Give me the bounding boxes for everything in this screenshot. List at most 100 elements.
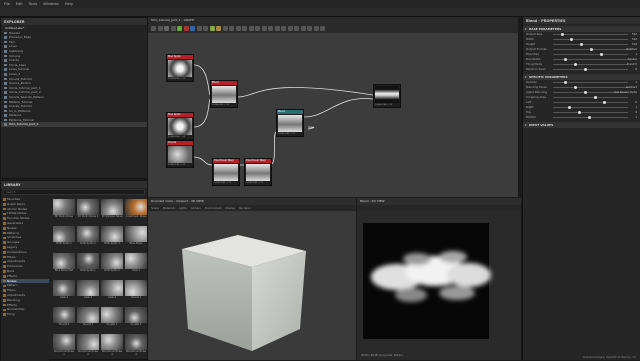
library-thumbnail[interactable]: Crystal 1	[101, 307, 123, 329]
library-thumbnail[interactable]: 3D Simplex Noise	[101, 199, 123, 221]
graph-node[interactable]: Bnw Spots 2048x2048 - L16	[166, 54, 194, 82]
library-thumbnail[interactable]: BnW Spots 2	[101, 253, 123, 275]
library-thumbnail[interactable]: Directional Noise 1	[53, 334, 75, 356]
folder-icon	[3, 222, 6, 225]
menu-item-tools[interactable]: Tools	[29, 2, 38, 6]
slider-handle[interactable]	[577, 111, 581, 114]
slider-handle[interactable]	[564, 58, 568, 61]
property-slider[interactable]	[553, 63, 628, 66]
graph-view[interactable]: Tuto_tutorial_part_1 - GRAPH Bnw Spots 20…	[148, 17, 518, 197]
property-slider[interactable]	[553, 43, 628, 46]
slider-handle[interactable]	[564, 81, 568, 84]
graph-node[interactable]: Bnw Spots 2048x2048 - L16	[166, 112, 194, 140]
slider-handle[interactable]	[589, 48, 593, 51]
property-row[interactable]: Bottom 1	[523, 115, 640, 120]
3d-menu-lights[interactable]: Lights	[179, 207, 187, 210]
slider-handle[interactable]	[574, 86, 577, 89]
3d-menu-renderer[interactable]: Renderer	[239, 207, 251, 210]
slider-handle[interactable]	[593, 96, 597, 99]
library-thumbnail-label: Cells 3	[84, 296, 92, 299]
library-thumbnail[interactable]: Cells 4	[101, 280, 123, 302]
property-slider[interactable]	[553, 106, 628, 109]
library-thumbnail[interactable]: Anisotropic Noise	[125, 199, 147, 221]
noise-preview	[77, 280, 99, 296]
library-thumbnail[interactable]: Directional Noise 3	[101, 334, 123, 356]
library-category-label: Compositions	[7, 249, 27, 254]
property-slider[interactable]	[553, 111, 628, 114]
library-thumbnail-label: Directional Noise 2	[77, 350, 99, 356]
library-thumbnail[interactable]: Blue Noise	[125, 226, 147, 248]
library-thumbnail[interactable]: Cells 1	[125, 253, 147, 275]
slider-handle[interactable]	[568, 106, 571, 109]
library-thumbnail[interactable]: Directional Noise 2	[77, 334, 99, 356]
library-thumbnail[interactable]: Cells 3	[77, 280, 99, 302]
properties-section[interactable]: INPUT VALUES	[523, 122, 640, 128]
property-slider[interactable]	[553, 58, 628, 61]
3d-menu-environment[interactable]: Environment	[205, 207, 222, 210]
2d-view[interactable]: Blend - 2D VIEW 2048 x 2048 (Grayscale, …	[357, 198, 521, 360]
graph-node[interactable]: Directional Warp 2048x2048 - L16	[212, 158, 240, 186]
library-thumbnail[interactable]: Clouds 2	[53, 307, 75, 329]
folder-icon	[3, 255, 6, 259]
folder-icon	[3, 231, 6, 235]
3d-menu-scene[interactable]: Scene	[151, 207, 159, 210]
slider-handle[interactable]	[599, 53, 603, 56]
property-slider[interactable]	[553, 116, 628, 119]
library-thumbnail[interactable]: 3D Perlin Noise 2	[77, 199, 99, 221]
node-resolution: 2048x2048 - L16	[246, 182, 264, 184]
3d-menu-display[interactable]: Display	[225, 207, 235, 210]
noise-preview	[125, 199, 147, 215]
property-slider[interactable]	[553, 96, 628, 99]
3d-view-title: Rounded Cube - Viewer3 - 3D VIEW	[151, 199, 204, 203]
graph-node[interactable]: Directional Warp 2048x2048 - L16	[244, 158, 272, 186]
property-slider[interactable]	[553, 33, 628, 36]
graph-node[interactable]: 2048x2048 - L16	[373, 84, 401, 108]
slider-handle[interactable]	[603, 101, 607, 104]
property-slider[interactable]	[553, 81, 628, 84]
slider-handle[interactable]	[587, 116, 591, 119]
slider-handle[interactable]	[574, 63, 577, 66]
3d-menu-materials[interactable]: Materials	[163, 207, 175, 210]
property-slider[interactable]	[553, 48, 628, 51]
slider-handle[interactable]	[580, 43, 583, 46]
menu-item-help[interactable]: Help	[65, 2, 73, 6]
library-thumbnail[interactable]: BnW Spots 1	[77, 253, 99, 275]
slider-handle[interactable]	[583, 68, 587, 71]
library-thumbnail[interactable]: 3D Perlin Noise	[53, 199, 75, 221]
library-thumbnail[interactable]: BnW Spots 1	[53, 226, 75, 248]
graph-node[interactable]: Clouds 2048x2048 - L16	[166, 140, 194, 168]
property-slider[interactable]	[553, 53, 628, 56]
library-thumbnail[interactable]: BnW Spots 3	[101, 226, 123, 248]
graph-node[interactable]: Blend 2048x2048 - L16	[276, 109, 304, 137]
library-category-label: Normal Map	[7, 307, 25, 312]
library-search-input[interactable]: Search	[3, 189, 145, 195]
property-slider[interactable]	[553, 86, 628, 89]
library-thumbnail-label: Directional Noise 3	[101, 350, 123, 356]
library-thumbnail[interactable]: Cells 2	[53, 280, 75, 302]
library-thumbnail[interactable]: Blue Noise Fast	[53, 253, 75, 275]
folder-icon	[3, 260, 6, 264]
3d-menu-camera[interactable]: Camera	[191, 207, 201, 210]
3d-view[interactable]: Rounded Cube - Viewer3 - 3D VIEW Scene Ma…	[148, 198, 356, 360]
menu-item-edit[interactable]: Edit	[16, 2, 23, 6]
property-slider[interactable]	[553, 101, 628, 104]
property-slider[interactable]	[553, 68, 628, 71]
menu-item-file[interactable]: File	[4, 2, 10, 6]
property-slider[interactable]	[553, 38, 628, 41]
slider-handle[interactable]	[583, 91, 587, 94]
library-thumbnail[interactable]: Directional Noise 4	[125, 334, 147, 356]
menu-item-windows[interactable]: Windows	[43, 2, 59, 6]
library-thumbnail[interactable]: Clouds 3	[77, 307, 99, 329]
slider-handle[interactable]	[570, 38, 574, 41]
graph-node[interactable]: Blend 2048x2048 - L16	[210, 80, 238, 108]
property-label: Width	[526, 37, 535, 41]
graph-icon	[4, 54, 7, 58]
property-row[interactable]: Random Seed 0	[523, 67, 640, 72]
explorer-item[interactable]: Tuto_tutorial_part_1	[1, 122, 147, 128]
library-thumbnail[interactable]: BnW Spots 2	[77, 226, 99, 248]
library-thumbnail[interactable]: Clouds 1	[125, 280, 147, 302]
library-thumbnail[interactable]: Crystal 2	[125, 307, 147, 329]
node-preview	[168, 146, 192, 163]
slider-handle[interactable]	[560, 33, 564, 36]
library-category[interactable]: Tiling	[1, 312, 49, 317]
